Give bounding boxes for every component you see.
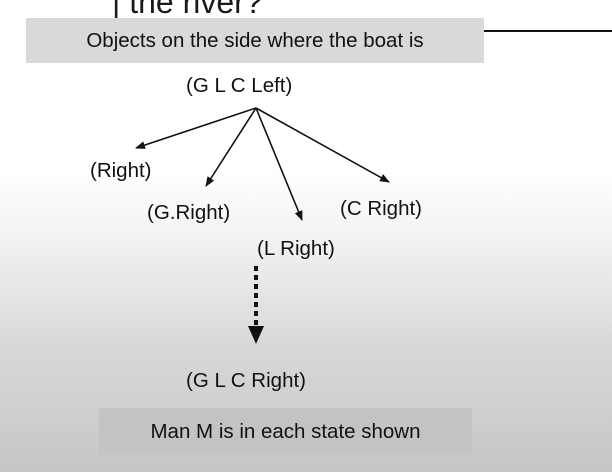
arrow-to-l-right bbox=[255, 107, 303, 221]
state-l-right: (L Right) bbox=[257, 237, 335, 260]
arrow-to-right bbox=[135, 107, 257, 149]
bottom-caption-text: Man M is in each state shown bbox=[150, 419, 421, 443]
state-final: (G L C Right) bbox=[186, 369, 306, 392]
bottom-caption-box: Man M is in each state shown bbox=[99, 408, 472, 455]
state-root: (G L C Left) bbox=[186, 74, 293, 97]
dotted-arrow-head bbox=[248, 326, 264, 344]
arrow-to-c-right bbox=[255, 107, 390, 183]
state-g-right: (G.Right) bbox=[147, 201, 231, 224]
state-arrows bbox=[135, 107, 390, 344]
arrow-to-g-right bbox=[205, 107, 257, 187]
state-c-right: (C Right) bbox=[340, 197, 423, 220]
state-right: (Right) bbox=[90, 159, 152, 182]
